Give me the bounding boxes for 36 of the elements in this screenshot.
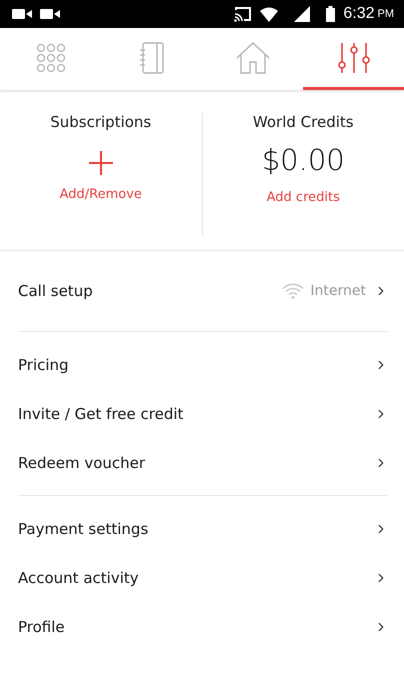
nav-tab[interactable] <box>303 28 404 90</box>
clock-period: PM <box>378 8 394 20</box>
menu-row[interactable]: Account activity <box>18 553 388 602</box>
menu-row[interactable]: Invite / Get free credit <box>18 389 388 438</box>
plus-icon[interactable] <box>88 151 113 175</box>
nav-tab[interactable] <box>0 28 101 90</box>
row-label: Call setup <box>18 282 94 300</box>
menu-row[interactable]: Pricing <box>18 340 388 389</box>
sliders-icon <box>338 42 370 74</box>
dialpad-icon <box>36 42 66 72</box>
row-value: Internet <box>310 283 366 299</box>
home-icon <box>236 42 270 74</box>
battery-icon <box>326 6 336 22</box>
row-label: Payment settings <box>18 520 150 538</box>
clock-time: 6:32 <box>343 5 374 23</box>
notebook-icon <box>138 42 164 74</box>
video-camera-icon <box>12 8 32 20</box>
wifi-icon <box>260 6 278 22</box>
credits-amount: $0.00 <box>262 143 345 179</box>
add-credits-link[interactable]: Add credits <box>266 190 340 205</box>
subscriptions-title: Subscriptions <box>50 113 152 131</box>
menu-row[interactable]: Profile <box>18 602 388 651</box>
row-label: Pricing <box>18 356 70 374</box>
row-label: Redeem voucher <box>18 454 146 472</box>
row-label: Invite / Get free credit <box>18 404 184 422</box>
wifi-icon <box>282 283 304 299</box>
cast-icon <box>234 6 252 22</box>
credits-title: World Credits <box>252 113 354 131</box>
menu-row[interactable]: Redeem voucher <box>18 438 388 487</box>
menu-row[interactable]: Payment settings <box>18 504 388 553</box>
add-remove-link[interactable]: Add/Remove <box>60 187 142 202</box>
signal-icon <box>294 6 310 22</box>
menu-row[interactable]: Call setup Internet <box>18 259 388 323</box>
row-label: Account activity <box>18 568 140 586</box>
row-label: Profile <box>18 618 66 636</box>
video-camera-icon <box>40 8 60 20</box>
